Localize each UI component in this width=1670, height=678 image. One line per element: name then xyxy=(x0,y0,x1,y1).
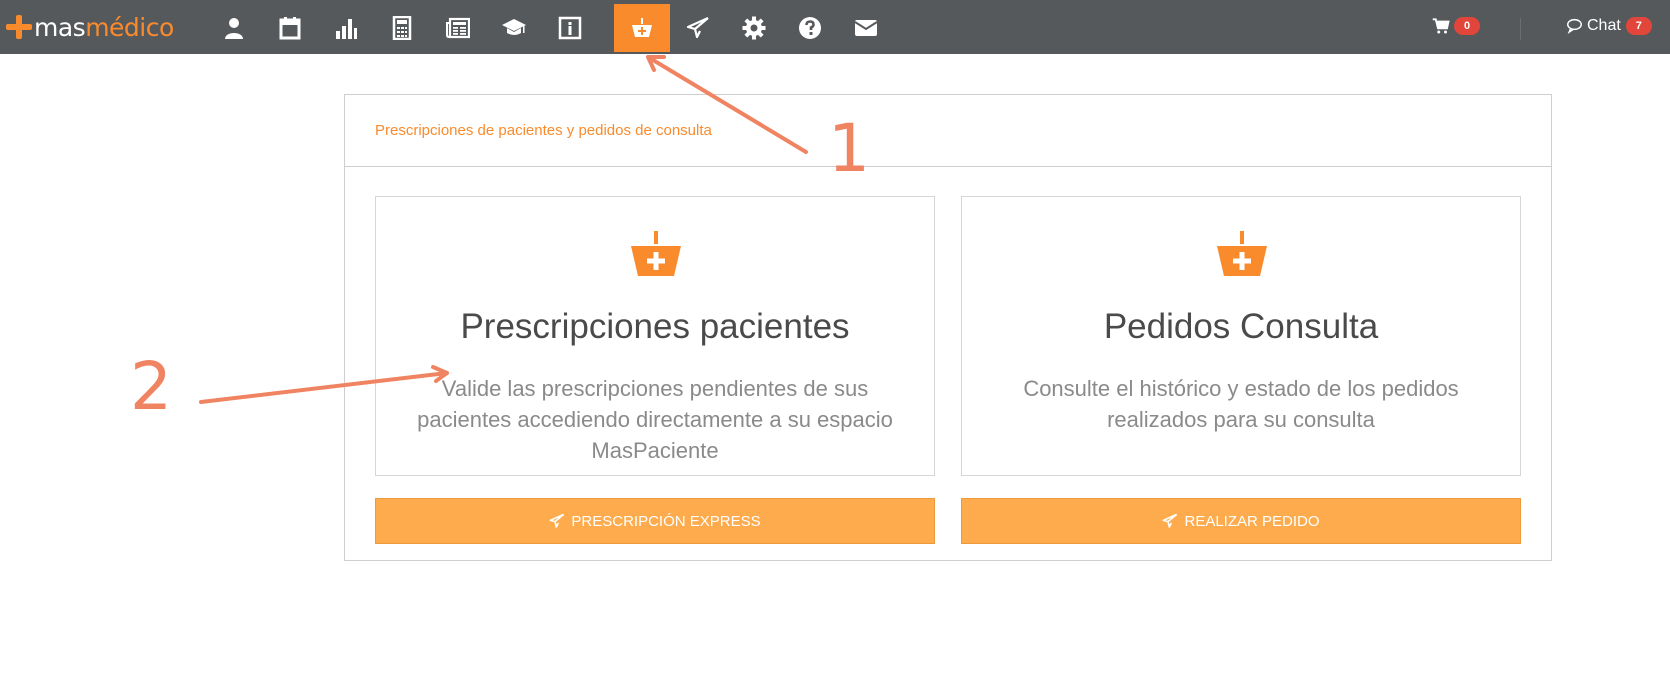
patient-prescriptions-card[interactable]: Prescripciones pacientes Valide las pres… xyxy=(375,196,935,476)
cart-count-badge: 0 xyxy=(1454,17,1480,35)
annotation-number-1: 1 xyxy=(828,110,870,187)
gear-icon xyxy=(742,16,766,40)
chat-count-badge: 7 xyxy=(1625,17,1652,35)
nav-news-button[interactable] xyxy=(430,4,486,52)
top-navbar: mas médico 0 Chat 7 xyxy=(0,0,1670,54)
annotation-number-2: 2 xyxy=(130,348,172,425)
nav-send-button[interactable] xyxy=(670,4,726,52)
bar-chart-icon xyxy=(336,19,357,39)
newspaper-icon xyxy=(446,17,470,39)
envelope-icon xyxy=(854,20,878,36)
nav-training-button[interactable] xyxy=(486,4,542,52)
graduation-cap-icon xyxy=(502,19,526,35)
shopping-cart-icon xyxy=(1432,18,1450,34)
nav-calendar-button[interactable] xyxy=(262,4,318,52)
button-label: REALIZAR PEDIDO xyxy=(1184,512,1320,530)
question-icon xyxy=(799,17,821,39)
nav-settings-button[interactable] xyxy=(726,4,782,52)
card-title: Prescripciones pacientes xyxy=(460,307,850,346)
chat-label: Chat xyxy=(1587,17,1621,34)
button-label: PRESCRIPCIÓN EXPRESS xyxy=(571,512,761,530)
logo-text-medico: médico xyxy=(85,12,174,42)
nav-pharmacy-button[interactable] xyxy=(614,4,670,52)
paper-plane-icon xyxy=(549,513,565,528)
user-icon xyxy=(225,18,243,39)
calculator-icon xyxy=(392,16,412,40)
info-icon xyxy=(558,16,582,40)
nav-info-button[interactable] xyxy=(542,4,598,52)
masmedico-logo[interactable]: mas médico xyxy=(6,12,174,42)
nav-messages-button[interactable] xyxy=(838,4,894,52)
navbar-divider xyxy=(1520,18,1521,40)
card-description: Consulte el histórico y estado de los pe… xyxy=(1023,376,1459,432)
panel-header: Prescripciones de pacientes y pedidos de… xyxy=(345,95,1551,167)
logo-plus-icon xyxy=(6,14,32,40)
panel-title: Prescripciones de pacientes y pedidos de… xyxy=(375,122,712,139)
logo-text-mas: mas xyxy=(34,12,86,42)
prescriptions-panel: Prescripciones de pacientes y pedidos de… xyxy=(344,94,1552,561)
realizar-pedido-button[interactable]: REALIZAR PEDIDO xyxy=(961,498,1521,544)
prescripcion-express-button[interactable]: PRESCRIPCIÓN EXPRESS xyxy=(375,498,935,544)
office-orders-card[interactable]: Pedidos Consulta Consulte el histórico y… xyxy=(961,196,1521,476)
nav-help-button[interactable] xyxy=(782,4,838,52)
cart-button[interactable]: 0 xyxy=(1432,17,1480,35)
basket-medical-icon xyxy=(632,18,652,37)
chat-bubbles-icon xyxy=(1567,18,1582,34)
calendar-icon xyxy=(279,17,301,40)
nav-calculator-button[interactable] xyxy=(374,4,430,52)
basket-medical-icon xyxy=(1217,231,1267,276)
nav-stats-button[interactable] xyxy=(318,4,374,52)
paper-plane-icon xyxy=(686,16,709,39)
chat-button[interactable]: Chat 7 xyxy=(1567,17,1652,35)
nav-profile-button[interactable] xyxy=(206,4,262,52)
paper-plane-icon xyxy=(1163,513,1178,528)
basket-medical-icon xyxy=(631,231,681,276)
card-title: Pedidos Consulta xyxy=(1103,307,1379,346)
card-description: Valide las prescripciones pendientes de … xyxy=(417,376,893,463)
